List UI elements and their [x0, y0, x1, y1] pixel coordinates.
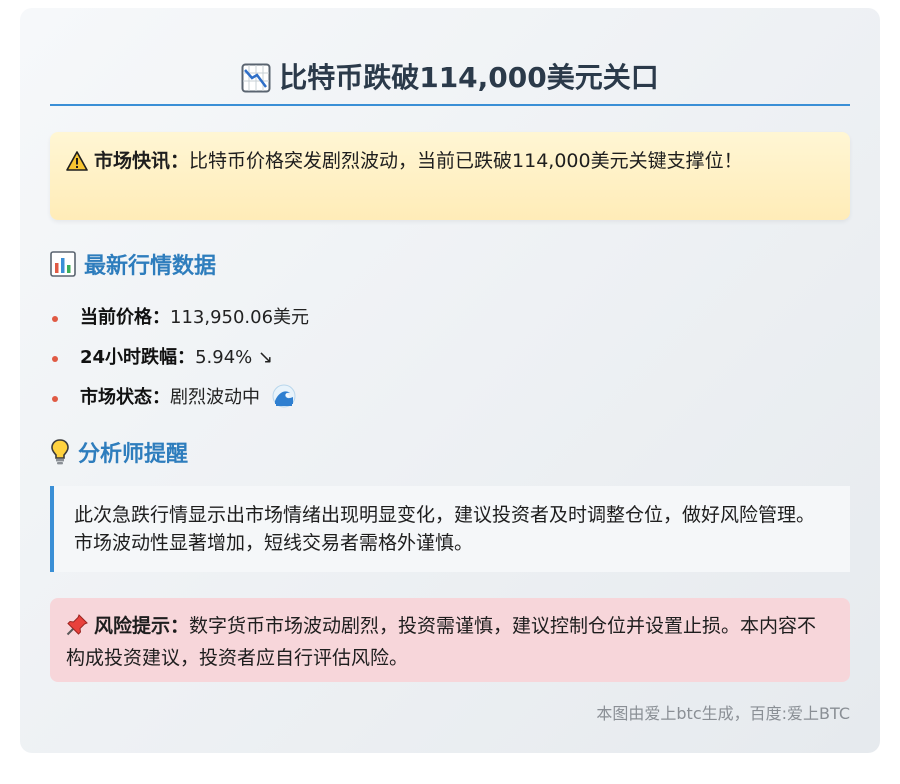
news-card: 比特币跌破114,000美元关口 市场快讯：比特币价格突发剧烈波动，当前已跌破1…: [20, 8, 880, 753]
stat-label: 当前价格：: [80, 307, 170, 328]
alert-text: 比特币价格突发剧烈波动，当前已跌破114,000美元关键支撑位！: [189, 150, 743, 172]
stat-label: 24小时跌幅：: [80, 347, 196, 368]
alert-label: 市场快讯：: [94, 150, 190, 172]
stat-value: 剧烈波动中: [170, 387, 260, 408]
market-alert-box: 市场快讯：比特币价格突发剧烈波动，当前已跌破114,000美元关键支撑位！: [50, 132, 850, 220]
stat-label: 市场状态：: [80, 387, 170, 408]
pushpin-icon: [66, 614, 88, 644]
stat-24h-drop: 24小时跌幅：5.94% ↘: [50, 338, 850, 378]
market-data-heading-text: 最新行情数据: [84, 254, 217, 279]
chart-decreasing-icon: [241, 63, 271, 93]
stat-value: 113,950.06美元: [170, 307, 310, 328]
warning-icon: [66, 151, 88, 179]
risk-warning-box: 风险提示：数字货币市场波动剧烈，投资需谨慎，建议控制仓位并设置止损。本内容不构成…: [50, 598, 850, 682]
market-stats-list: 当前价格：113,950.06美元 24小时跌幅：5.94% ↘ 市场状态：剧烈…: [50, 298, 850, 418]
title-bar: 比特币跌破114,000美元关口: [50, 58, 850, 106]
bar-chart-icon: [50, 251, 76, 277]
stat-value: 5.94% ↘: [195, 347, 274, 368]
footer-credit: 本图由爱上btc生成，百度:爱上BTC: [596, 704, 850, 723]
wave-icon: [272, 383, 296, 423]
risk-label: 风险提示：: [94, 615, 190, 637]
analyst-note: 此次急跌行情显示出市场情绪出现明显变化，建议投资者及时调整仓位，做好风险管理。市…: [50, 486, 850, 572]
stat-market-status: 市场状态：剧烈波动中: [50, 378, 850, 418]
analyst-heading: 分析师提醒: [50, 436, 850, 468]
stat-current-price: 当前价格：113,950.06美元: [50, 298, 850, 338]
analyst-heading-text: 分析师提醒: [78, 442, 189, 467]
page-title: 比特币跌破114,000美元关口: [241, 58, 659, 98]
page-title-text: 比特币跌破114,000美元关口: [279, 61, 659, 94]
market-data-heading: 最新行情数据: [50, 248, 850, 280]
light-bulb-icon: [51, 439, 69, 465]
